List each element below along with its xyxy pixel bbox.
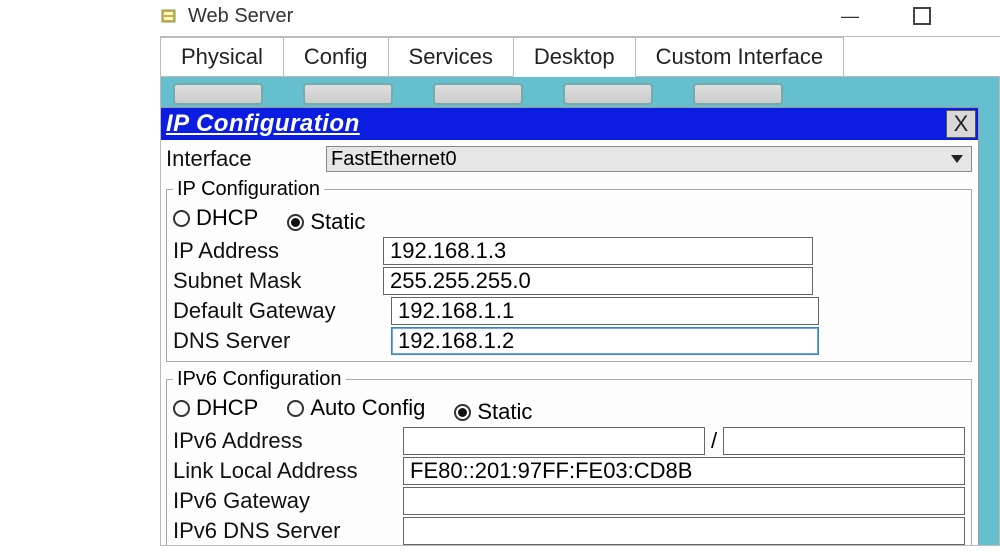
ipv4-fieldset: IP Configuration DHCP Static IP Address … [166, 178, 972, 362]
desktop-tool-icons [173, 83, 987, 105]
desktop-icon[interactable] [433, 83, 523, 105]
interface-value: FastEthernet0 [331, 148, 457, 171]
interface-label: Interface [166, 146, 326, 172]
subnet-mask-label: Subnet Mask [173, 268, 383, 294]
maximize-button[interactable] [904, 4, 940, 28]
subnet-mask-input[interactable] [383, 267, 813, 295]
desktop-area: IP Configuration X Interface FastEtherne… [160, 76, 1000, 546]
ipv4-legend: IP Configuration [173, 178, 324, 201]
ip-address-label: IP Address [173, 238, 383, 264]
tab-config[interactable]: Config [283, 37, 389, 77]
tab-bar: Physical Config Services Desktop Custom … [160, 36, 1000, 77]
ipv6-static-radio[interactable]: Static [454, 399, 532, 425]
ipv6-dhcp-radio[interactable]: DHCP [173, 395, 258, 421]
title-bar: Web Server — [0, 0, 1000, 36]
desktop-icon[interactable] [693, 83, 783, 105]
dhcp-radio[interactable]: DHCP [173, 205, 258, 231]
ipv6-legend: IPv6 Configuration [173, 368, 346, 391]
desktop-icon[interactable] [563, 83, 653, 105]
ipv6-dns-label: IPv6 DNS Server [173, 518, 403, 544]
default-gateway-input[interactable] [391, 297, 819, 325]
ipv6-address-label: IPv6 Address [173, 428, 403, 454]
dialog-title: IP Configuration [160, 110, 360, 138]
ipv6-address-input[interactable] [403, 427, 705, 455]
tab-desktop[interactable]: Desktop [513, 37, 636, 77]
link-local-label: Link Local Address [173, 458, 403, 484]
close-button[interactable]: X [946, 110, 976, 138]
tab-services[interactable]: Services [388, 37, 514, 77]
minimize-button[interactable]: — [832, 4, 868, 28]
default-gateway-label: Default Gateway [173, 298, 383, 324]
window-title: Web Server [188, 5, 293, 28]
desktop-icon[interactable] [303, 83, 393, 105]
ipv6-fieldset: IPv6 Configuration DHCP Auto Config Stat… [166, 368, 972, 546]
server-icon [160, 6, 180, 26]
link-local-input[interactable] [403, 457, 965, 485]
interface-select[interactable]: FastEthernet0 [326, 146, 972, 172]
dialog-title-bar: IP Configuration X [160, 108, 978, 140]
slash-separator: / [711, 428, 717, 454]
ip-address-input[interactable] [383, 237, 813, 265]
static-radio[interactable]: Static [287, 209, 365, 235]
ipv6-gateway-label: IPv6 Gateway [173, 488, 403, 514]
ipv6-gateway-input[interactable] [403, 487, 965, 515]
tab-custom-interface[interactable]: Custom Interface [635, 37, 845, 77]
ipv6-auto-radio[interactable]: Auto Config [287, 395, 425, 421]
ip-configuration-dialog: IP Configuration X Interface FastEtherne… [160, 107, 979, 546]
ipv6-prefix-input[interactable] [723, 427, 965, 455]
desktop-icon[interactable] [173, 83, 263, 105]
chevron-down-icon [951, 155, 963, 163]
dns-server-label: DNS Server [173, 328, 383, 354]
ipv6-dns-input[interactable] [403, 517, 965, 545]
dns-server-input[interactable] [391, 327, 819, 355]
tab-physical[interactable]: Physical [160, 37, 284, 77]
